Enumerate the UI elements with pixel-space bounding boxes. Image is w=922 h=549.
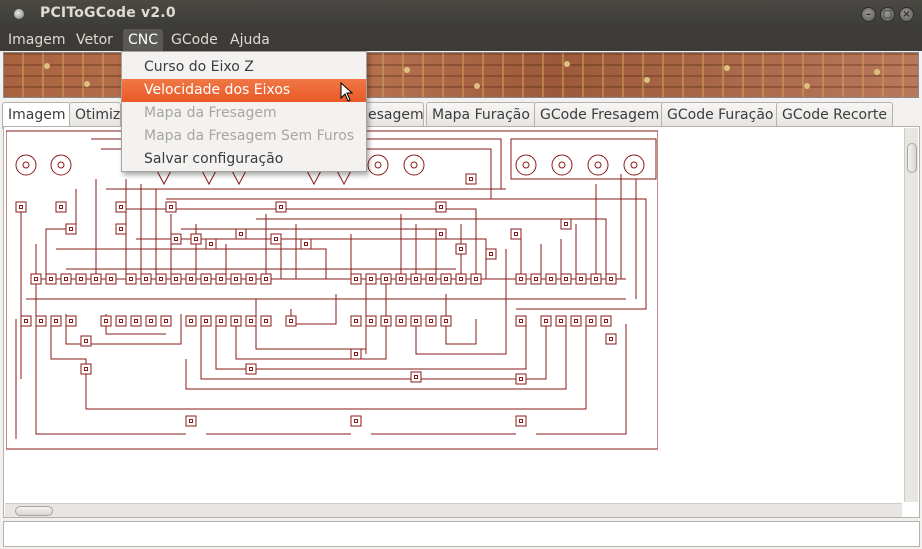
menu-item-velocidade-eixos[interactable]: Velocidade dos Eixos (122, 79, 366, 102)
vertical-scroll-thumb[interactable] (907, 143, 917, 173)
tab-otimizacao[interactable]: Otimiz (69, 102, 121, 127)
menu-item-mapa-fresagem: Mapa da Fresagem (144, 105, 277, 121)
menu-gcode[interactable]: GCode (166, 29, 223, 51)
menu-item-mapa-fresagem-sem-furos: Mapa da Fresagem Sem Furos (144, 128, 355, 144)
tab-gcode-furacao[interactable]: GCode Furação (661, 102, 780, 127)
menu-item-curso-eixo-z[interactable]: Curso do Eixo Z (122, 56, 366, 79)
menu-bar: Imagem Vetor CNC GCode Ajuda (0, 29, 922, 51)
pcb-canvas-area[interactable] (3, 126, 920, 518)
menu-imagem[interactable]: Imagem (3, 29, 70, 51)
close-button[interactable]: × (899, 7, 914, 22)
window-title: PCIToGCode v2.0 (40, 5, 176, 21)
pcb-trace-drawing (6, 130, 658, 450)
status-bar (3, 521, 920, 547)
tab-mapa-furacao[interactable]: Mapa Furação (426, 102, 536, 127)
vertical-scrollbar[interactable] (904, 128, 918, 502)
minimize-button[interactable]: – (861, 7, 876, 22)
menu-vetor[interactable]: Vetor (71, 29, 118, 51)
tab-imagem[interactable]: Imagem (2, 102, 72, 129)
app-icon (14, 9, 24, 19)
cnc-dropdown-menu: Curso do Eixo Z Velocidade dos Eixos Map… (121, 51, 367, 172)
menu-cnc[interactable]: CNC (123, 29, 164, 51)
title-bar: PCIToGCode v2.0 – □ × (0, 0, 922, 29)
menu-item-salvar-configuracao[interactable]: Salvar configuração (122, 148, 366, 171)
tab-gcode-recorte[interactable]: GCode Recorte (776, 102, 893, 127)
horizontal-scrollbar[interactable] (5, 503, 902, 517)
app-window: PCIToGCode v2.0 – □ × Imagem Vetor CNC G… (0, 0, 922, 549)
menu-ajuda[interactable]: Ajuda (225, 29, 275, 51)
tab-mapa-fresagem[interactable]: esagem (362, 102, 424, 127)
mouse-pointer-icon (340, 82, 354, 102)
tab-gcode-fresagem[interactable]: GCode Fresagem (534, 102, 666, 127)
maximize-button[interactable]: □ (880, 7, 895, 22)
horizontal-scroll-thumb[interactable] (15, 506, 53, 516)
